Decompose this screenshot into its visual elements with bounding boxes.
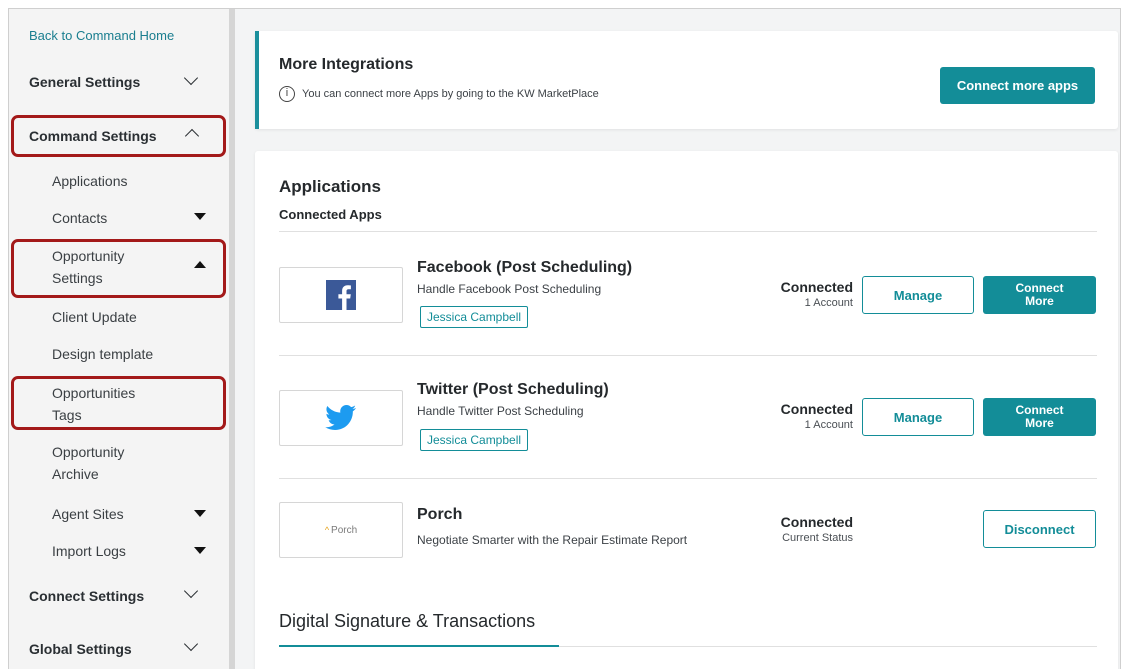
- global-settings-header[interactable]: Global Settings: [29, 641, 132, 657]
- twitter-app-description: Handle Twitter Post Scheduling: [417, 404, 584, 418]
- twitter-connect-more-button[interactable]: Connect More: [983, 398, 1096, 436]
- facebook-account-tag[interactable]: Jessica Campbell: [420, 306, 529, 328]
- applications-title: Applications: [279, 177, 382, 196]
- more-integrations-info: You can connect more Apps by going to th…: [302, 88, 599, 100]
- porch-status: Connected: [780, 514, 853, 530]
- sidebar-item-applications[interactable]: Applications: [52, 170, 128, 192]
- connect-settings-header[interactable]: Connect Settings: [29, 588, 144, 604]
- divider: [279, 231, 1097, 232]
- porch-logo: Porch: [331, 524, 358, 536]
- sidebar: Back to Command Home General Settings Co…: [9, 9, 229, 669]
- facebook-app-description: Handle Facebook Post Scheduling: [417, 282, 602, 296]
- highlight-opportunity-settings: [11, 239, 226, 298]
- caret-down-icon[interactable]: [194, 547, 206, 554]
- porch-logo-box: ^ Porch: [279, 502, 403, 558]
- porch-disconnect-button[interactable]: Disconnect: [983, 510, 1096, 548]
- porch-app-title: Porch: [417, 506, 463, 523]
- twitter-logo-box: [279, 390, 403, 446]
- chevron-down-icon[interactable]: [183, 70, 199, 86]
- twitter-status: Connected: [780, 401, 853, 417]
- sidebar-item-import-logs[interactable]: Import Logs: [52, 540, 126, 562]
- twitter-status-sub: 1 Account: [804, 419, 853, 431]
- more-integrations-card: More Integrations i You can connect more…: [255, 31, 1118, 129]
- connect-more-apps-button[interactable]: Connect more apps: [940, 67, 1095, 104]
- main-content: More Integrations i You can connect more…: [235, 9, 1120, 669]
- porch-status-sub: Current Status: [782, 532, 853, 544]
- active-tab-underline: [279, 645, 559, 647]
- chevron-down-icon[interactable]: [183, 583, 199, 599]
- highlight-opportunities-tags: [11, 376, 226, 430]
- facebook-status: Connected: [780, 279, 853, 295]
- general-settings-header[interactable]: General Settings: [29, 74, 140, 90]
- tab-digital-signature[interactable]: Digital Signature & Transactions: [279, 611, 535, 632]
- twitter-icon: [325, 405, 357, 430]
- divider: [279, 478, 1097, 479]
- facebook-status-sub: 1 Account: [804, 297, 853, 309]
- applications-card: Applications Connected Apps Facebook (Po…: [255, 151, 1118, 669]
- back-to-command-home-link[interactable]: Back to Command Home: [29, 28, 174, 43]
- facebook-app-title: Facebook (Post Scheduling): [417, 259, 633, 276]
- facebook-icon: [326, 280, 356, 310]
- info-icon: i: [279, 86, 295, 102]
- caret-down-icon[interactable]: [194, 213, 206, 220]
- facebook-connect-more-button[interactable]: Connect More: [983, 276, 1096, 314]
- sidebar-item-client-update[interactable]: Client Update: [52, 306, 137, 328]
- connected-apps-subtitle: Connected Apps: [279, 207, 382, 222]
- twitter-account-tag[interactable]: Jessica Campbell: [420, 429, 529, 451]
- twitter-manage-button[interactable]: Manage: [862, 398, 974, 436]
- divider: [279, 355, 1097, 356]
- chevron-down-icon[interactable]: [183, 636, 199, 652]
- sidebar-item-design-template[interactable]: Design template: [52, 343, 153, 365]
- porch-app-description: Negotiate Smarter with the Repair Estima…: [417, 533, 688, 547]
- highlight-command-settings: [11, 115, 226, 157]
- sidebar-item-opportunity-archive[interactable]: Opportunity Archive: [52, 441, 162, 485]
- sidebar-item-contacts[interactable]: Contacts: [52, 207, 107, 229]
- card-accent-bar: [255, 31, 259, 129]
- app-frame: Back to Command Home General Settings Co…: [8, 8, 1121, 669]
- divider: [559, 646, 1097, 647]
- caret-down-icon[interactable]: [194, 510, 206, 517]
- facebook-logo-box: [279, 267, 403, 323]
- twitter-app-title: Twitter (Post Scheduling): [417, 381, 609, 398]
- porch-logo-mark-icon: ^: [324, 525, 330, 535]
- facebook-manage-button[interactable]: Manage: [862, 276, 974, 314]
- sidebar-item-agent-sites[interactable]: Agent Sites: [52, 503, 124, 525]
- more-integrations-title: More Integrations: [279, 56, 414, 73]
